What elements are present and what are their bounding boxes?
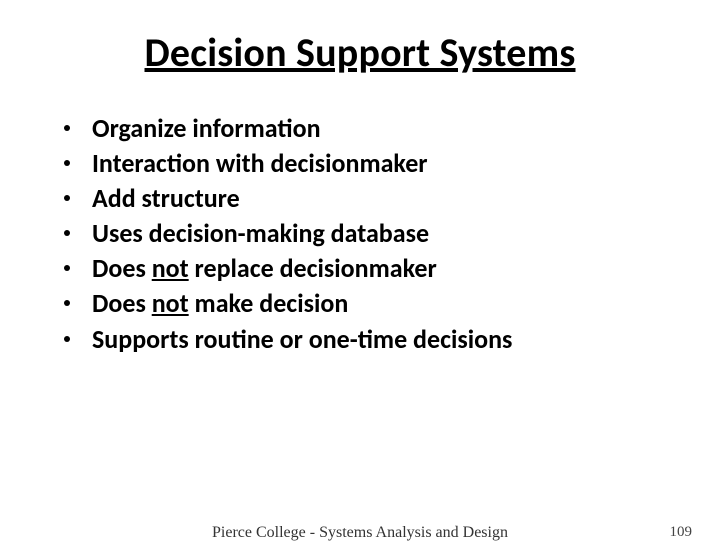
bullet-icon [64,300,70,306]
text-pre: Does [92,252,152,284]
list-item-text: Add structure [92,181,240,216]
list-item: Supports routine or one-time decisions [64,322,672,357]
list-item: Interaction with decisionmaker [64,146,672,181]
text-pre: Interaction with decisionmaker [92,147,428,179]
slide: Decision Support Systems Organize inform… [0,0,720,540]
text-pre: Uses decision-making database [92,217,429,249]
bullet-icon [64,230,70,236]
list-item: Add structure [64,181,672,216]
bullet-icon [64,336,70,342]
list-item: Does not replace decisionmaker [64,251,672,286]
list-item-text: Does not replace decisionmaker [92,251,437,286]
list-item: Does not make decision [64,286,672,321]
list-item-text: Organize information [92,111,321,146]
list-item: Organize information [64,111,672,146]
text-underline: not [152,287,189,319]
list-item: Uses decision-making database [64,216,672,251]
text-underline: not [152,252,189,284]
bullet-icon [64,160,70,166]
bullet-icon [64,195,70,201]
text-post: make decision [189,287,349,319]
page-number: 109 [670,524,693,541]
list-item-text: Does not make decision [92,286,348,321]
text-post: replace decisionmaker [189,252,437,284]
list-item-text: Supports routine or one-time decisions [92,322,512,357]
text-pre: Supports routine or one-time decisions [92,323,512,355]
text-pre: Add structure [92,182,240,214]
footer-text: Pierce College - Systems Analysis and De… [0,524,720,542]
text-pre: Organize information [92,112,321,144]
list-item-text: Uses decision-making database [92,216,429,251]
slide-title: Decision Support Systems [48,28,672,77]
bullet-icon [64,265,70,271]
bullet-icon [64,125,70,131]
list-item-text: Interaction with decisionmaker [92,146,428,181]
text-pre: Does [92,287,152,319]
bullet-list: Organize information Interaction with de… [48,111,672,357]
